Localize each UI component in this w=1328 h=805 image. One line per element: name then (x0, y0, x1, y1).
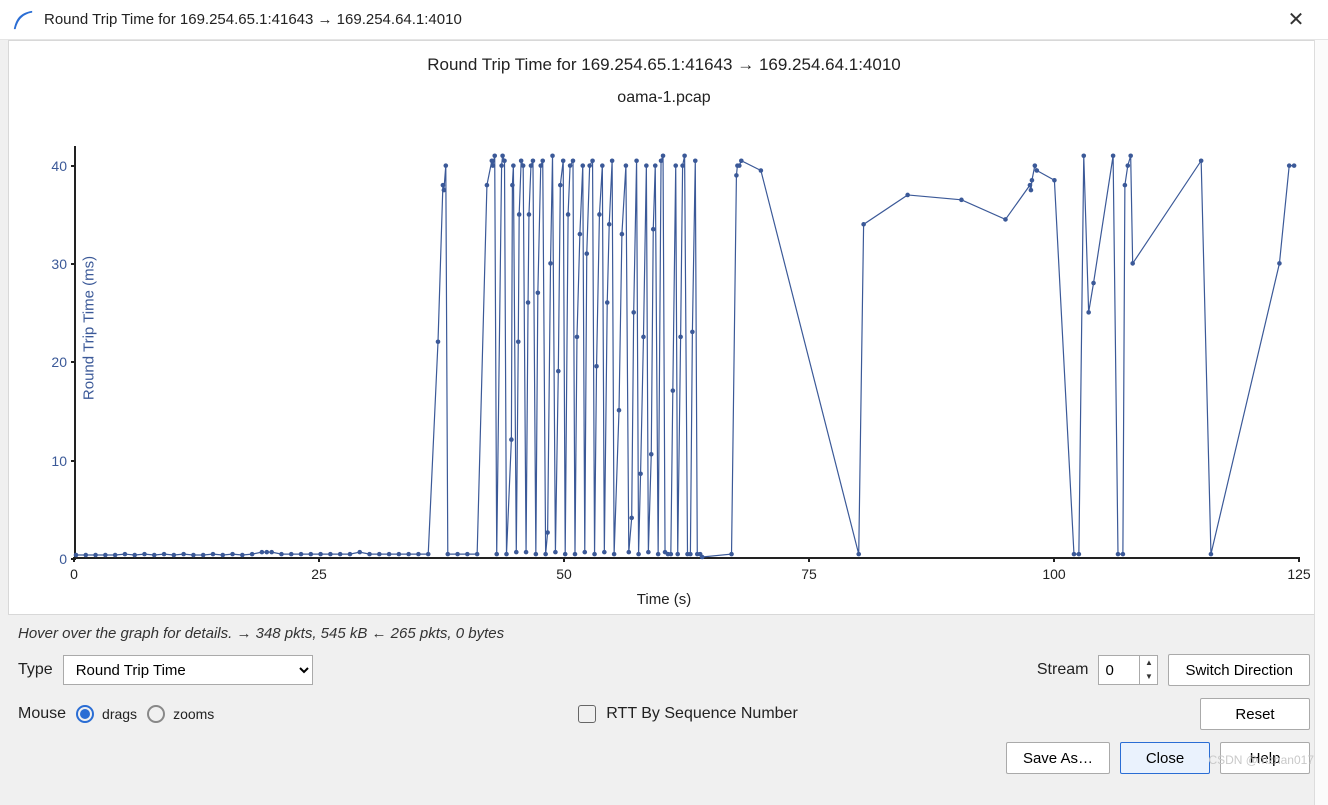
window-title: Round Trip Time for 169.254.65.1:41643 →… (44, 11, 1276, 28)
stream-spinbox[interactable]: ▲ ▼ (1098, 655, 1158, 685)
type-stream-row: Type Round Trip Time Stream ▲ ▼ Switch D… (4, 648, 1324, 692)
chart-card: Round Trip Time for 169.254.65.1:41643 →… (8, 40, 1320, 615)
x-tick-label: 50 (556, 566, 572, 582)
plot-area[interactable] (74, 146, 1299, 559)
x-tick-label: 75 (801, 566, 817, 582)
stream-input[interactable] (1099, 656, 1139, 684)
x-tick-label: 125 (1287, 566, 1310, 582)
y-tick-label: 20 (47, 354, 67, 370)
mouse-label: Mouse (18, 705, 66, 723)
reset-button[interactable]: Reset (1200, 698, 1310, 730)
rtt-seq-label: RTT By Sequence Number (606, 705, 798, 723)
x-tick-label: 0 (70, 566, 78, 582)
radio-zooms-icon[interactable] (147, 705, 165, 723)
hover-info-text: Hover over the graph for details. → 348 … (4, 615, 1324, 648)
save-as-button[interactable]: Save As… (1006, 742, 1110, 774)
y-tick-label: 40 (47, 158, 67, 174)
x-tick-label: 25 (311, 566, 327, 582)
stream-up-icon[interactable]: ▲ (1140, 656, 1157, 670)
content-area: Round Trip Time for 169.254.65.1:41643 →… (0, 40, 1328, 780)
titlebar: Round Trip Time for 169.254.65.1:41643 →… (0, 0, 1328, 40)
chart-title: Round Trip Time for 169.254.65.1:41643 →… (9, 41, 1319, 75)
rtt-seq-checkbox[interactable] (578, 705, 596, 723)
mouse-row: Mouse drags zooms RTT By Sequence Number… (4, 692, 1324, 736)
radio-drags-icon[interactable] (76, 705, 94, 723)
drags-label: drags (102, 706, 137, 722)
action-row: Save As… Close Help (4, 736, 1324, 780)
zooms-label: zooms (173, 706, 214, 722)
x-axis-label: Time (s) (637, 591, 691, 608)
right-edge-strip (1314, 40, 1328, 805)
chart-subtitle: oama-1.pcap (9, 75, 1319, 107)
stream-down-icon[interactable]: ▼ (1140, 670, 1157, 684)
switch-direction-button[interactable]: Switch Direction (1168, 654, 1310, 686)
type-select[interactable]: Round Trip Time (63, 655, 313, 685)
plot-svg (76, 146, 1299, 557)
watermark-text: CSDN @mzhan017 (1208, 753, 1314, 767)
wireshark-fin-icon (12, 9, 34, 31)
type-label: Type (18, 661, 53, 679)
mouse-zooms-radio[interactable]: zooms (147, 705, 214, 723)
close-button[interactable]: Close (1120, 742, 1210, 774)
mouse-drags-radio[interactable]: drags (76, 705, 137, 723)
y-tick-label: 10 (47, 453, 67, 469)
y-tick-label: 0 (47, 551, 67, 567)
close-icon[interactable]: ✕ (1276, 0, 1316, 40)
y-tick-label: 30 (47, 256, 67, 272)
x-tick-label: 100 (1042, 566, 1065, 582)
stream-label: Stream (1037, 661, 1089, 679)
